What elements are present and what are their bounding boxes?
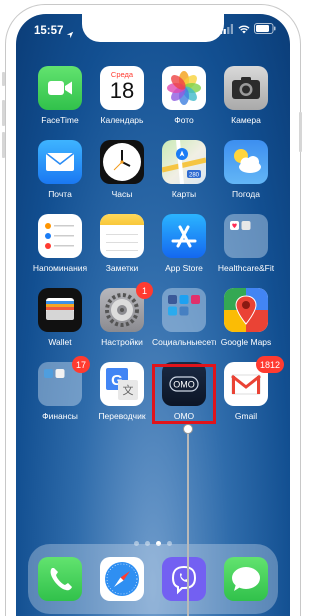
app-weather[interactable]: Погода xyxy=(214,140,278,199)
volume-down-button xyxy=(2,132,5,158)
app-label: Wallet xyxy=(48,337,72,347)
omo-highlight-box xyxy=(152,364,216,424)
app-app-store[interactable]: App Store xyxy=(152,214,216,273)
safari-icon xyxy=(100,557,144,601)
folder-healthcare[interactable]: Healthcare&Fit xyxy=(214,214,278,273)
wifi-icon xyxy=(238,21,250,39)
gmail-badge: 1812 xyxy=(256,356,285,373)
cellular-signal-icon xyxy=(220,21,234,39)
finance-badge: 17 xyxy=(72,356,91,373)
notes-icon xyxy=(100,214,144,258)
callout-dot xyxy=(183,424,193,434)
app-label: Часы xyxy=(111,189,133,199)
power-button xyxy=(299,112,302,152)
google-translate-icon: G文 xyxy=(100,362,144,406)
status-right xyxy=(220,23,276,37)
mute-switch xyxy=(2,72,5,86)
folder-icon xyxy=(162,288,206,332)
notch xyxy=(82,14,224,42)
app-notes[interactable]: Заметки xyxy=(90,214,154,273)
app-label: Почта xyxy=(48,189,72,199)
status-time: 15:57 xyxy=(34,25,64,37)
app-label: Фото xyxy=(174,115,194,125)
app-label: Финансы xyxy=(42,411,78,421)
app-label: Погода xyxy=(232,189,260,199)
dock-safari[interactable] xyxy=(90,557,154,601)
dock-viber[interactable] xyxy=(152,557,216,601)
app-label: Healthcare&Fit xyxy=(217,263,275,273)
app-reminders[interactable]: Напоминания xyxy=(28,214,92,273)
phone-icon xyxy=(38,557,82,601)
app-mail[interactable]: Почта xyxy=(28,140,92,199)
callout-line xyxy=(187,428,189,616)
app-label: Календарь xyxy=(100,115,144,125)
svg-text:文: 文 xyxy=(123,383,134,397)
app-label: App Store xyxy=(165,263,203,273)
wallet-icon xyxy=(38,288,82,332)
app-store-icon xyxy=(162,214,206,258)
settings-badge: 1 xyxy=(136,282,153,299)
app-label: Gmail xyxy=(234,411,258,421)
folder-social[interactable]: Социальныесети xyxy=(152,288,216,347)
google-maps-icon xyxy=(224,288,268,332)
app-label: Заметки xyxy=(105,263,139,273)
weather-icon xyxy=(224,140,268,184)
app-label: Переводчик xyxy=(98,411,146,421)
app-label: FaceTime xyxy=(41,115,79,125)
photos-icon xyxy=(162,66,206,110)
home-screen: 15:57 FaceTime Среда 18 Календарь Фото К… xyxy=(16,14,290,616)
clock-icon xyxy=(100,140,144,184)
app-gmail[interactable]: 1812 Gmail xyxy=(214,356,285,421)
folder-icon xyxy=(224,214,268,258)
volume-up-button xyxy=(2,100,5,126)
app-wallet[interactable]: Wallet xyxy=(28,288,92,347)
maps-route-number: 280 xyxy=(189,173,200,179)
app-label: Настройки xyxy=(101,337,143,347)
location-arrow-icon xyxy=(66,26,74,44)
app-label: Социальныесети xyxy=(152,337,216,347)
calendar-day: 18 xyxy=(109,78,135,103)
camera-icon xyxy=(224,66,268,110)
facetime-icon xyxy=(38,66,82,110)
app-label: Карты xyxy=(171,189,197,199)
messages-icon xyxy=(224,557,268,601)
reminders-icon xyxy=(38,214,82,258)
app-facetime[interactable]: FaceTime xyxy=(28,66,92,125)
app-settings[interactable]: 1 Настройки xyxy=(90,282,154,347)
dock-phone[interactable] xyxy=(28,557,92,601)
app-camera[interactable]: Камера xyxy=(214,66,278,125)
app-translate[interactable]: G文 Переводчик xyxy=(90,362,154,421)
app-maps[interactable]: 280 Карты xyxy=(152,140,216,199)
mail-icon xyxy=(38,140,82,184)
app-label: Напоминания xyxy=(32,263,88,273)
app-calendar[interactable]: Среда 18 Календарь xyxy=(90,66,154,125)
folder-finance[interactable]: 17 Финансы xyxy=(28,356,92,421)
dock-messages[interactable] xyxy=(214,557,278,601)
battery-icon xyxy=(254,21,276,39)
app-label: Камера xyxy=(231,115,261,125)
calendar-icon: Среда 18 xyxy=(100,66,144,110)
app-label: Google Maps xyxy=(220,337,272,347)
app-clock[interactable]: Часы xyxy=(90,140,154,199)
app-google-maps[interactable]: Google Maps xyxy=(214,288,278,347)
maps-icon: 280 xyxy=(162,140,206,184)
app-photos[interactable]: Фото xyxy=(152,66,216,125)
viber-icon xyxy=(162,557,206,601)
